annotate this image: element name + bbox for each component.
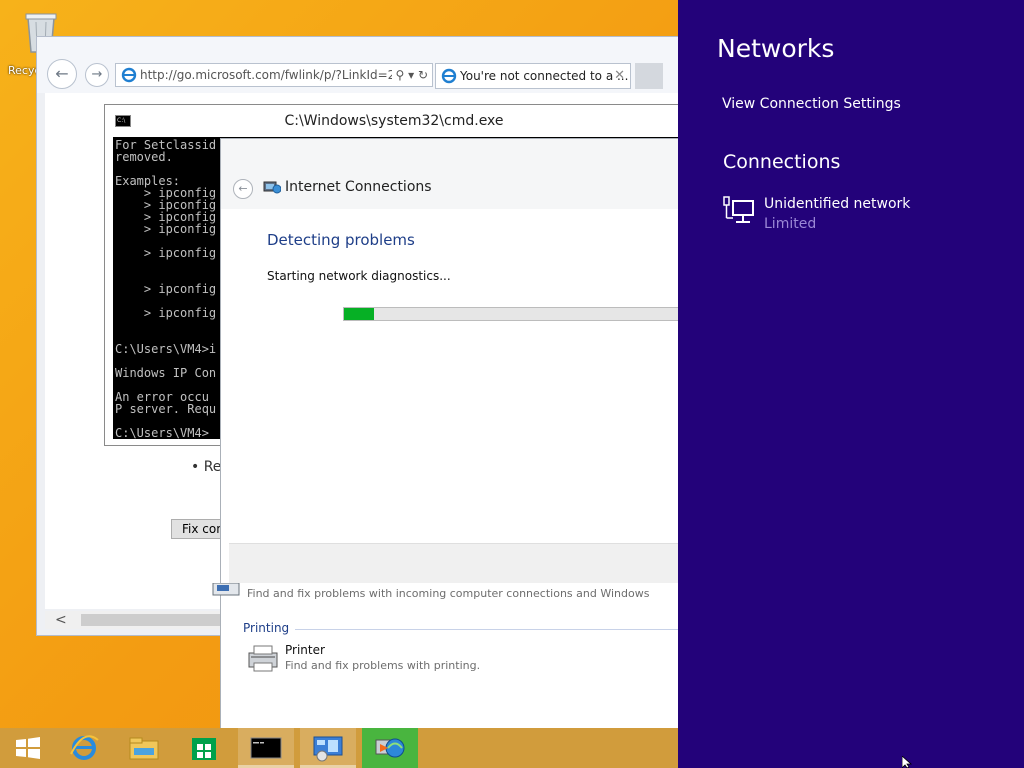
control-panel-icon: [313, 736, 343, 762]
address-bar[interactable]: http://go.microsoft.com/fwlink/p/?LinkId…: [115, 63, 433, 87]
troubleshooter-footer: [229, 543, 689, 583]
scroll-left-icon[interactable]: <: [55, 611, 67, 629]
detecting-heading: Detecting problems: [267, 231, 415, 249]
close-tab-icon[interactable]: ✕: [614, 64, 625, 88]
view-connection-settings-link[interactable]: View Connection Settings: [722, 96, 901, 112]
diagnostics-progress-bar: [343, 307, 683, 321]
command-prompt-icon: [250, 737, 282, 759]
wired-network-icon: [723, 196, 754, 223]
ie-tab-icon: [441, 68, 457, 84]
taskbar-internet-explorer[interactable]: [56, 728, 112, 768]
ie-toolbar: ← → http://go.microsoft.com/fwlink/p/?Li…: [37, 37, 695, 93]
start-button[interactable]: [0, 728, 56, 768]
file-explorer-icon: [129, 737, 159, 760]
network-name: Unidentified network: [764, 196, 911, 212]
address-text: http://go.microsoft.com/fwlink/p/?LinkId…: [140, 68, 396, 82]
page-bullet-text: • Re: [191, 459, 222, 475]
start-button-icon: [16, 737, 40, 759]
taskbar: [0, 728, 678, 768]
taskbar-network-troubleshooter[interactable]: [362, 728, 418, 768]
taskbar-file-explorer[interactable]: [116, 728, 172, 768]
printer-item-desc: Find and fix problems with printing.: [285, 659, 481, 672]
cmd-window-icon: C:\: [115, 115, 131, 127]
mouse-cursor-icon: [902, 756, 913, 768]
tab-title: You're not connected to a ...: [460, 69, 629, 83]
taskbar-command-prompt[interactable]: [238, 728, 294, 768]
incoming-connections-desc: Find and fix problems with incoming comp…: [247, 587, 650, 600]
new-tab-button[interactable]: [635, 63, 663, 89]
troubleshooter-list: Find and fix problems with incoming comp…: [212, 583, 695, 737]
network-list-item[interactable]: Unidentified network Limited: [722, 194, 1002, 238]
taskbar-control-panel[interactable]: [300, 728, 356, 768]
connections-heading: Connections: [723, 151, 841, 173]
scrollbar-thumb[interactable]: [81, 614, 231, 626]
taskbar-store[interactable]: [176, 728, 232, 768]
troubleshooter-body: Detecting problems Starting network diag…: [229, 209, 689, 543]
back-button[interactable]: ←: [47, 59, 77, 89]
network-troubleshooter-icon: [375, 738, 405, 758]
printer-item-title[interactable]: Printer: [285, 643, 325, 657]
network-status: Limited: [764, 216, 817, 232]
store-icon: [192, 738, 216, 760]
incoming-connections-item[interactable]: Find and fix problems with incoming comp…: [212, 583, 650, 600]
cmd-title: C:\Windows\system32\cmd.exe: [284, 113, 504, 129]
network-troubleshooter-icon: [263, 181, 281, 194]
tab-not-connected[interactable]: You're not connected to a ... ✕: [435, 63, 631, 89]
troubleshooter-header: ← Internet Connections: [221, 139, 689, 209]
forward-button[interactable]: →: [85, 63, 109, 87]
ie-page-icon: [121, 67, 137, 83]
networks-charm-panel: Networks View Connection Settings Connec…: [678, 0, 1024, 768]
printer-icon: [248, 645, 278, 672]
troubleshooter-back-button[interactable]: ←: [233, 179, 253, 199]
internet-explorer-icon: [70, 735, 99, 760]
internet-connections-troubleshooter: ← Internet Connections Detecting problem…: [212, 138, 695, 738]
address-tools[interactable]: ⚲ ▾ ↻: [391, 64, 428, 86]
diagnostics-status: Starting network diagnostics...: [267, 269, 451, 283]
incoming-connections-icon: [212, 583, 240, 596]
printing-section-heading: Printing: [243, 621, 290, 635]
troubleshooter-title: Internet Connections: [285, 179, 432, 195]
cmd-title-bar[interactable]: C:\ C:\Windows\system32\cmd.exe: [105, 105, 683, 137]
section-divider: [295, 629, 695, 630]
progress-fill: [344, 308, 374, 320]
networks-title: Networks: [717, 34, 835, 63]
